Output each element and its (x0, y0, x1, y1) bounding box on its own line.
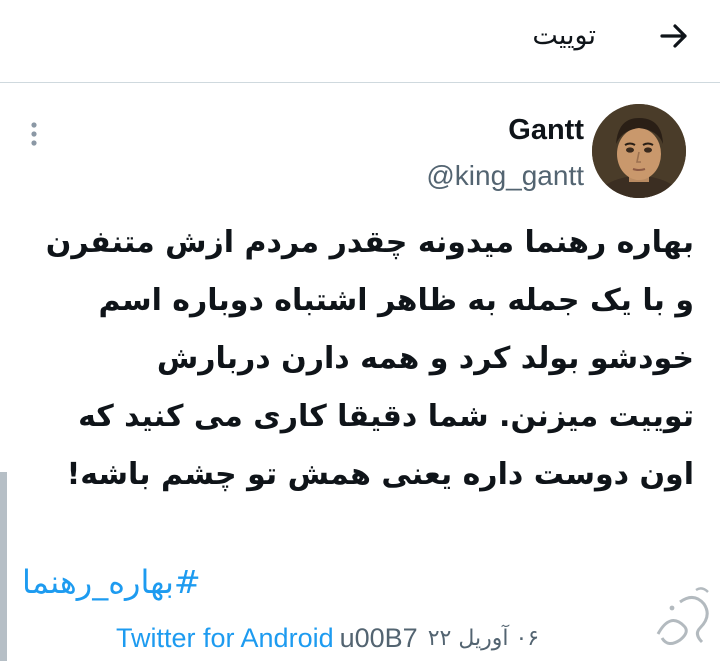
tweet-text: بهاره رهنما میدونه چقدر مردم ازش متنفرن … (14, 214, 694, 504)
tweet-date[interactable]: ۰۶ آوریل ۲۲ (428, 626, 539, 651)
more-vertical-icon (31, 122, 37, 146)
hashtag-link[interactable]: #بهاره_رهنما (22, 558, 201, 606)
watermark-logo (650, 582, 720, 658)
top-bar: توییت (0, 0, 720, 83)
tweet-meta: Twitter for Android u00B7 ۰۶ آوریل ۲۲ (116, 618, 539, 658)
avatar[interactable] (592, 104, 686, 198)
scrollbar[interactable] (0, 472, 7, 661)
tweet-text-line: بهاره رهنما میدونه چقدر مردم ازش متنفرن (45, 225, 694, 260)
watermark-calligraphy-icon (656, 587, 709, 645)
avatar-portrait-image (592, 104, 686, 198)
tweet-text-line: اون دوست داره یعنی همش تو چشم باشه! (66, 457, 694, 492)
separator-text: u00B7 (339, 622, 418, 653)
user-handle[interactable]: @king_gantt (426, 158, 584, 194)
tweet-text-line: توییت میزنن. شما دقیقا کاری می کنید که (78, 399, 694, 434)
display-name[interactable]: Gantt (508, 112, 584, 148)
source-link[interactable]: Twitter for Android (116, 623, 334, 654)
tweet-text-line: خودشو بولد کرد و همه دارن دربارش (156, 341, 694, 376)
back-button[interactable] (656, 18, 692, 54)
page-title: توییت (532, 20, 596, 51)
more-options-button[interactable] (26, 120, 42, 148)
tweet-text-line: و با یک جمله به ظاهر اشتباه دوباره اسم (98, 283, 694, 318)
arrow-right-icon (660, 24, 687, 48)
